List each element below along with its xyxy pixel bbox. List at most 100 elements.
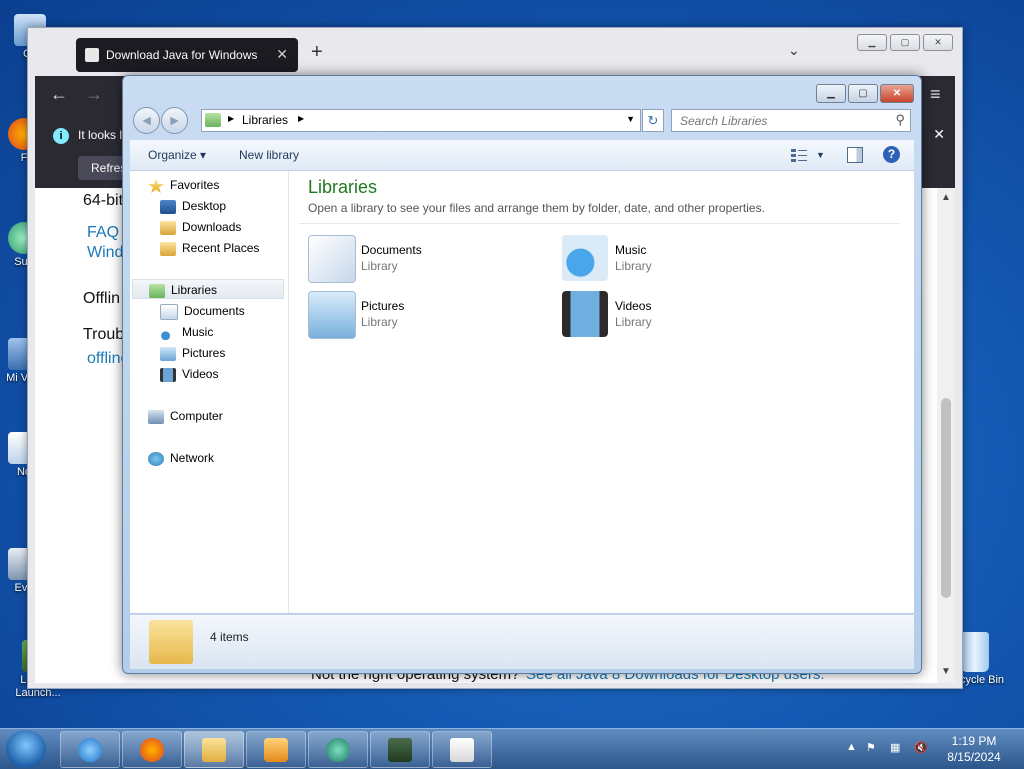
new-library-button[interactable]: New library [239,148,299,162]
nav-downloads[interactable]: Downloads [160,217,241,237]
browser-maximize-button[interactable]: ▢ [890,34,920,51]
downloads-icon [160,220,176,235]
desktop-icon [160,199,176,214]
info-text: It looks l [78,128,123,142]
nav-favorites[interactable]: Favorites [148,175,219,195]
taskbar-app[interactable] [308,731,368,768]
recent-places-icon [160,241,176,256]
taskbar: ▲ ⚑ ▦ 🔇 1:19 PM 8/15/2024 [0,728,1024,769]
change-view-icon[interactable] [791,148,807,162]
star-icon [148,178,164,193]
task-manager-icon [388,738,412,762]
scroll-thumb[interactable] [941,398,951,598]
volume-muted-icon[interactable]: 🔇 [914,741,928,754]
pictures-library-icon [308,291,356,339]
nav-computer[interactable]: Computer [148,406,223,426]
address-dropdown-icon[interactable]: ▼ [626,114,635,124]
libraries-folder-icon [205,113,221,127]
page-text: 64-bit [83,192,124,209]
browser-close-button[interactable]: ✕ [923,34,953,51]
action-center-flag-icon[interactable]: ⚑ [866,741,876,754]
new-tab-button[interactable]: + [311,42,323,62]
page-subtitle: Open a library to see your files and arr… [308,201,765,215]
taskbar-media-player[interactable] [246,731,306,768]
breadcrumb-arrow-icon[interactable]: ▶ [228,114,234,123]
menu-button[interactable]: ≡ [930,84,941,105]
page-scrollbar[interactable]: ▲ ▼ [937,188,955,683]
browser-tab[interactable]: Download Java for Windows ✕ [76,38,298,72]
minimize-button[interactable]: ▁ [816,84,846,103]
internet-explorer-icon [78,738,102,762]
nav-recent-places[interactable]: Recent Places [160,238,259,258]
breadcrumb-arrow-icon[interactable]: ▶ [298,114,304,123]
info-close-icon[interactable]: ✕ [933,126,945,143]
documents-library-icon [308,235,356,283]
network-tray-icon[interactable]: ▦ [890,741,900,754]
library-type: Library [361,259,398,273]
libraries-icon [149,283,165,298]
scroll-down-icon[interactable]: ▼ [941,666,951,677]
search-icon[interactable]: ⚲ [895,112,905,128]
pictures-icon [160,346,176,361]
command-bar: Organize ▾ New library ▼ ? [130,140,914,171]
close-button[interactable]: ✕ [880,84,914,103]
media-player-icon [264,738,288,762]
network-icon [148,451,164,466]
breadcrumb-libraries[interactable]: Libraries [242,113,288,127]
scroll-up-icon[interactable]: ▲ [941,192,951,203]
library-name: Pictures [361,299,405,313]
videos-icon [160,367,176,382]
taskbar-explorer[interactable] [184,731,244,768]
explorer-window[interactable]: ▁ ▢ ✕ ◄ ► ▶ Libraries ▶ ▼ ↻ ⚲ Organize ▾… [122,75,922,674]
library-videos[interactable]: Videos Library [562,291,812,341]
divider [299,223,899,224]
preview-pane-icon[interactable] [847,147,863,163]
library-music[interactable]: Music Library [562,235,812,285]
start-button[interactable] [6,730,46,768]
back-button[interactable]: ← [50,84,68,105]
clock-time: 1:19 PM [951,734,997,748]
page-title: Libraries [308,177,378,197]
clock-date: 8/15/2024 [947,750,1001,764]
nav-desktop[interactable]: Desktop [160,196,226,216]
back-button[interactable]: ◄ [133,107,160,134]
library-documents[interactable]: Documents Library [308,235,558,285]
library-type: Library [361,315,398,329]
taskbar-firefox[interactable] [122,731,182,768]
nav-music[interactable]: Music [160,322,213,342]
tab-title: Download Java for Windows [106,48,258,62]
tab-close-icon[interactable]: ✕ [276,46,288,63]
page-heading: Offlin [83,290,121,307]
show-hidden-icons-button[interactable]: ▲ [846,741,857,753]
list-all-tabs-button[interactable]: ⌄ [788,42,800,59]
page-text: Troub [83,326,125,343]
nav-documents[interactable]: Documents [160,301,245,321]
refresh-button[interactable]: ↻ [642,109,664,132]
view-dropdown-icon[interactable]: ▼ [816,150,825,160]
clock[interactable]: 1:19 PM 8/15/2024 [940,733,1008,765]
forward-button[interactable]: → [85,84,103,105]
taskbar-java[interactable] [432,731,492,768]
organize-button[interactable]: Organize ▾ [148,148,206,162]
help-button[interactable]: ? [883,146,900,163]
library-name: Music [615,243,647,257]
app-icon [326,738,350,762]
search-box[interactable]: ⚲ [671,109,911,132]
navigation-pane: Favorites Desktop Downloads Recent Place… [130,171,289,613]
recycle-bin-icon [961,632,989,672]
taskbar-internet-explorer[interactable] [60,731,120,768]
taskbar-task-manager[interactable] [370,731,430,768]
nav-videos[interactable]: Videos [160,364,218,384]
address-bar[interactable]: ▶ Libraries ▶ ▼ [201,109,641,132]
music-icon [160,325,176,340]
browser-minimize-button[interactable]: ▁ [857,34,887,51]
nav-network[interactable]: Network [148,448,214,468]
maximize-button[interactable]: ▢ [848,84,878,103]
search-input[interactable] [678,112,882,130]
library-name: Videos [615,299,652,313]
item-count: 4 items [210,630,249,644]
nav-pictures[interactable]: Pictures [160,343,225,363]
forward-button[interactable]: ► [161,107,188,134]
nav-libraries[interactable]: Libraries [132,279,284,299]
library-pictures[interactable]: Pictures Library [308,291,558,341]
